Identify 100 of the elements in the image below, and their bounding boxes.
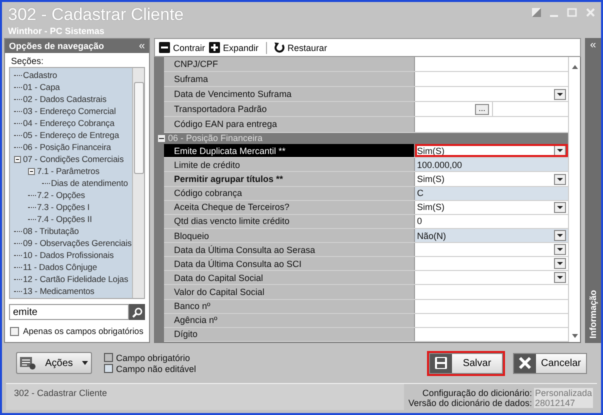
dropdown-button[interactable] [554,258,566,270]
window-title: 302 - Cadastrar Cliente [8,5,184,25]
property-label: Suframa [164,72,415,86]
checkbox[interactable] [10,326,19,336]
caret-icon [557,234,563,238]
property-value[interactable]: Não(N) [415,228,568,242]
caret-icon [557,262,563,266]
tree-item[interactable]: 01 - Capa [23,82,60,92]
tree-item[interactable]: 08 - Tributação [23,226,79,236]
toolbar-button[interactable]: Expandir [209,42,259,53]
property-label: Aceita Cheque de Terceiros? [164,200,415,214]
toolbar-button[interactable]: Restaurar [274,42,328,53]
tree-item[interactable]: 07 - Condições Comerciais [23,154,124,164]
legend-label: Campo obrigatório [116,352,190,362]
actions-button[interactable]: Ações [16,352,92,374]
caret-icon [557,276,563,280]
caret-icon [557,206,563,209]
cancel-button[interactable]: Cancelar [513,352,587,374]
tree-item[interactable]: 12 - Cartão Fidelidade Lojas [23,274,128,284]
property-label: CNPJ/CPF [164,57,415,72]
tree-item[interactable]: 04 - Endereço Cobrança [23,118,114,128]
tree-item[interactable]: 7.1 - Parâmetros [37,166,100,176]
property-label: Data de Vencimento Suframa [164,87,415,102]
caret-icon [557,92,563,96]
dropdown-button[interactable] [554,272,566,284]
search-field[interactable]: emite [9,304,129,320]
collapse-toggle[interactable]: « [138,41,145,51]
save-button[interactable]: Salvar [429,352,503,374]
tree-item[interactable]: 06 - Posição Financeira [23,142,111,152]
floppy-icon [434,356,448,370]
scroll-up-icon[interactable] [572,65,578,69]
legend-swatch [104,353,113,362]
scrollbar[interactable] [132,68,144,298]
status-label: Versão do dicionário de dados: [408,398,532,408]
property-label: Limite de crédito [164,158,415,172]
property-value[interactable]: ... [415,102,568,116]
dropdown-button[interactable] [554,202,566,213]
legend-swatch [104,364,113,373]
property-value[interactable]: C [415,186,568,200]
tree-item[interactable]: 02 - Dados Cadastrais [23,94,106,104]
property-value[interactable]: Sim(S) [415,200,568,214]
caret-icon [557,178,563,181]
tree-item[interactable]: 13 - Medicamentos [23,286,94,296]
tree-item[interactable]: 7.3 - Opções I [37,202,90,212]
expander-icon[interactable] [158,134,165,142]
sections-label: Seções: [10,55,45,67]
tree-item[interactable]: 11 - Dados Cônjuge [23,262,97,272]
status-value: 28012147 [534,398,593,408]
property-label: Agência nº [164,314,415,327]
info-panel[interactable]: « Informação [585,38,601,343]
caret-icon [557,248,563,252]
dropdown-button[interactable] [554,174,566,185]
tree-item[interactable]: Dias de atendimento [51,178,128,188]
property-value[interactable]: 100.000,00 [415,158,568,172]
group-header: 06 - Posição Financeira [168,133,263,144]
tree-item[interactable]: 03 - Endereço Comercial [23,106,116,116]
panel-label: Informação [588,290,598,339]
property-label: Data da Última Consulta ao SCI [164,257,415,270]
property-value[interactable]: Sim(S) [415,172,568,186]
minus-icon [159,42,170,53]
property-label: Permitir agrupar títulos ** [164,172,415,186]
expand-toggle[interactable]: « [590,40,596,50]
property-label: Código cobrança [164,186,415,200]
caret-icon [557,149,563,152]
search-button[interactable] [129,304,145,320]
dropdown-button[interactable] [554,230,566,242]
property-value[interactable]: Sim(S) [415,144,568,158]
legend-label: Campo não editável [116,364,196,374]
expander-icon[interactable] [14,156,21,162]
scroll-down-icon[interactable] [572,334,578,338]
toolbar-button[interactable]: Contrair [159,42,206,53]
plus-icon [209,42,220,53]
resize-icon[interactable] [532,8,541,17]
tree-item[interactable]: 7.2 - Opções [37,190,86,200]
scrollbar[interactable] [568,57,580,342]
property-label: Emite Duplicata Mercantil ** [164,144,415,158]
caret-icon [82,361,88,365]
property-label: Qtd dias vencto limite crédito [164,214,415,228]
dropdown-button[interactable] [554,244,566,256]
dropdown-button[interactable] [554,145,566,156]
tree-item[interactable]: 09 - Observações Gerenciais [23,238,132,248]
property-label: Data do Capital Social [164,271,415,284]
property-value[interactable]: 0 [415,214,568,228]
status-title: 302 - Cadastrar Cliente [6,384,404,410]
tree-item[interactable]: 7.4 - Opções II [37,214,92,224]
search-icon [132,306,142,318]
tree-item[interactable]: 10 - Dados Profissionais [23,250,114,260]
property-label: Valor do Capital Social [164,285,415,299]
property-label: Dígito [164,328,415,341]
close-icon [518,356,532,370]
lookup-button[interactable]: ... [475,104,489,115]
tree-item[interactable]: Cadastro [23,70,58,80]
property-label: Código EAN para entrega [164,117,415,132]
expander-icon[interactable] [28,168,35,174]
property-label: Banco nº [164,300,415,313]
dropdown-button[interactable] [554,88,566,100]
panel-title: Opções de navegação [9,41,104,51]
status-value: Personalizada [534,388,593,398]
tree-item[interactable]: 05 - Endereço de Entrega [23,130,120,140]
property-label: Bloqueio [164,228,415,242]
